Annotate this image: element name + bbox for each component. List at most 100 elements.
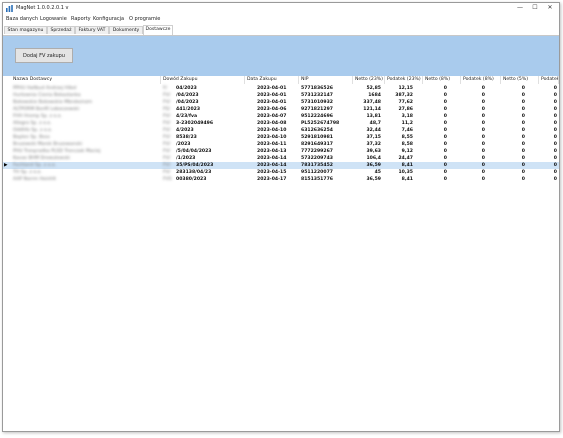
- minimize-icon[interactable]: —: [513, 4, 527, 12]
- column-header-netto-8[interactable]: Netto (8%): [423, 76, 461, 84]
- table-row[interactable]: Bokowskie Bokowskie Mbrokeinzm FV/ /04/202…: [3, 99, 559, 106]
- cell-nip: 9512224696: [301, 114, 333, 119]
- table-row[interactable]: AAP Norrm Heinhlt FVS 00380/2023 2023-04-17…: [3, 176, 559, 183]
- cell-podatek-8: 0: [481, 93, 485, 98]
- column-header-podatek-23[interactable]: Podatek (23%): [385, 76, 423, 84]
- cell-doc-prefix: FV/: [163, 156, 171, 161]
- cell-podatek-5: 0: [553, 170, 557, 175]
- cell-podatek-23: 10,35: [398, 170, 413, 175]
- cell-nip: 5731232147: [301, 93, 333, 98]
- table-row[interactable]: TH Sp. z o.o. FV/283138/04/23 2023-04-15 95…: [3, 169, 559, 176]
- column-header-podatek-8[interactable]: Podatek (8%): [461, 76, 501, 84]
- column-header-netto-5[interactable]: Netto (5%): [501, 76, 539, 84]
- cell-date: 2023-04-11: [257, 142, 287, 147]
- maximize-icon[interactable]: ☐: [528, 4, 542, 12]
- cell-netto-5: 0: [521, 156, 525, 161]
- cell-podatek-5: 0: [553, 142, 557, 147]
- cell-netto-23: 106,4: [366, 156, 381, 161]
- cell-nip: PL5252674798: [301, 121, 340, 126]
- cell-podatek-23: 8,55: [401, 135, 413, 140]
- cell-netto-8: 0: [443, 163, 447, 168]
- cell-date: 2023-04-10: [257, 128, 287, 133]
- cell-nip: 5771836526: [301, 86, 333, 91]
- cell-date: 2023-04-17: [257, 177, 287, 182]
- cell-netto-5: 0: [521, 114, 525, 119]
- cell-netto-8: 0: [443, 93, 447, 98]
- tab-stan-magazynu[interactable]: Stan magazynu: [4, 26, 47, 34]
- cell-podatek-23: 8,41: [401, 177, 413, 182]
- cell-podatek-5: 0: [553, 93, 557, 98]
- table-row[interactable]: ▶ Fechland Sp. z o.o. FV/35/PS/04/2023 2023…: [3, 162, 559, 169]
- cell-supplier: Kavax BHM Drewutewski: [13, 156, 71, 161]
- table-row[interactable]: Bruzowski Marek Bruzowanski FV/ /2023 2023-…: [3, 141, 559, 148]
- app-icon: [6, 5, 13, 12]
- cell-netto-5: 0: [521, 86, 525, 91]
- cell-netto-23: 45: [374, 170, 381, 175]
- cell-supplier: Bokowskie Bokowskie Mbrokeinzm: [13, 100, 93, 105]
- table-row[interactable]: ALTPORM Bonfil Loboczewski FS/441/2023 202…: [3, 106, 559, 113]
- tab-sprzedaz[interactable]: Sprzedaż: [47, 26, 75, 34]
- tab-faktury-vat[interactable]: Faktury VAT: [75, 26, 109, 34]
- cell-date: 2023-04-01: [257, 86, 287, 91]
- cell-podatek-8: 0: [481, 121, 485, 126]
- cell-nip: 8151351776: [301, 177, 333, 182]
- cell-podatek-5: 0: [553, 128, 557, 133]
- table-row[interactable]: Beplen Sp. Boss FV/8538/23 2023-04-10 52918…: [3, 134, 559, 141]
- cell-podatek-5: 0: [553, 177, 557, 182]
- cell-netto-23: 37,32: [366, 142, 381, 147]
- menu-konfiguracja[interactable]: Konfiguracja: [93, 16, 124, 22]
- title-bar: MagNet 1.0.0.2.0.1 v — ☐ ✕: [3, 3, 559, 14]
- cell-podatek-5: 0: [553, 100, 557, 105]
- column-header-netto-23[interactable]: Netto (23%): [353, 76, 385, 84]
- cell-netto-23: 39,63: [366, 149, 381, 154]
- cell-podatek-8: 0: [481, 86, 485, 91]
- cell-netto-5: 0: [521, 107, 525, 112]
- cell-netto-8: 0: [443, 114, 447, 119]
- table-row[interactable]: Oddhfo Sp. z o.o. FV/4/2023 2023-04-10 6312…: [3, 127, 559, 134]
- cell-podatek-8: 0: [481, 128, 485, 133]
- column-header-supplier[interactable]: Nazwa Dostawcy: [11, 76, 161, 84]
- table-row[interactable]: Allegro Sp. z o.o. FV/3-2302049496 2023-04…: [3, 120, 559, 127]
- table-row[interactable]: FHH Hromp Sp. z o.o. FV/4/23/fva 2023-04-0…: [3, 113, 559, 120]
- add-purchase-invoice-button[interactable]: Dodaj FV zakupu: [15, 48, 73, 63]
- table-row[interactable]: PHU Tronpradka PLSD Tronczak Maciej FV/ /5…: [3, 148, 559, 155]
- menu-o-programie[interactable]: O programie: [129, 16, 160, 22]
- cell-netto-8: 0: [443, 135, 447, 140]
- tab-dokumenty[interactable]: Dokumenty: [109, 26, 143, 34]
- cell-document: 04/2023: [176, 86, 197, 91]
- table-row[interactable]: Hurtownia Cienia Bekastanka FV/ /04/2023 20…: [3, 92, 559, 99]
- cell-doc-prefix: FVS: [163, 177, 172, 182]
- close-icon[interactable]: ✕: [543, 4, 557, 12]
- column-header-podatek-5[interactable]: Podatek: [539, 76, 559, 84]
- cell-supplier: FHH Hromp Sp. z o.o.: [13, 114, 62, 119]
- cell-date: 2023-04-07: [257, 114, 287, 119]
- window-title: MagNet 1.0.0.2.0.1 v: [16, 5, 69, 11]
- cell-podatek-8: 0: [481, 142, 485, 147]
- cell-nip: 9271821297: [301, 107, 333, 112]
- column-header-date[interactable]: Data Zakupu: [245, 76, 299, 84]
- cell-podatek-23: 7,46: [401, 128, 413, 133]
- cell-supplier: Bruzowski Marek Bruzowanski: [13, 142, 83, 147]
- cell-netto-8: 0: [443, 128, 447, 133]
- menu-logowanie[interactable]: Logowanie: [40, 16, 67, 22]
- cell-netto-5: 0: [521, 121, 525, 126]
- cell-podatek-23: 12,15: [398, 86, 413, 91]
- menu-baza-danych[interactable]: Baza danych: [6, 16, 38, 22]
- cell-doc-prefix: FV/: [163, 149, 171, 154]
- menu-raporty[interactable]: Raporty: [71, 16, 91, 22]
- cell-doc-prefix: FV/: [163, 128, 171, 133]
- cell-nip: 8291649317: [301, 142, 333, 147]
- column-header-document[interactable]: Dowód Zakupu: [161, 76, 245, 84]
- cell-netto-8: 0: [443, 107, 447, 112]
- tab-dostawcze[interactable]: Dostawcze: [143, 25, 173, 35]
- column-header-nip[interactable]: NIP: [299, 76, 353, 84]
- cell-netto-23: 337,48: [363, 100, 381, 105]
- cell-document: 35/PS/04/2023: [176, 163, 214, 168]
- cell-podatek-8: 0: [481, 100, 485, 105]
- table-row[interactable]: PPHU Hallbud Andrzej Hibel F/04/2023 2023-…: [3, 85, 559, 92]
- cell-netto-8: 0: [443, 149, 447, 154]
- table-row[interactable]: Kavax BHM Drewutewski FV/ /1/2023 2023-04-1…: [3, 155, 559, 162]
- cell-netto-23: 48,7: [369, 121, 381, 126]
- cell-netto-8: 0: [443, 121, 447, 126]
- cell-doc-prefix: FV/: [163, 142, 171, 147]
